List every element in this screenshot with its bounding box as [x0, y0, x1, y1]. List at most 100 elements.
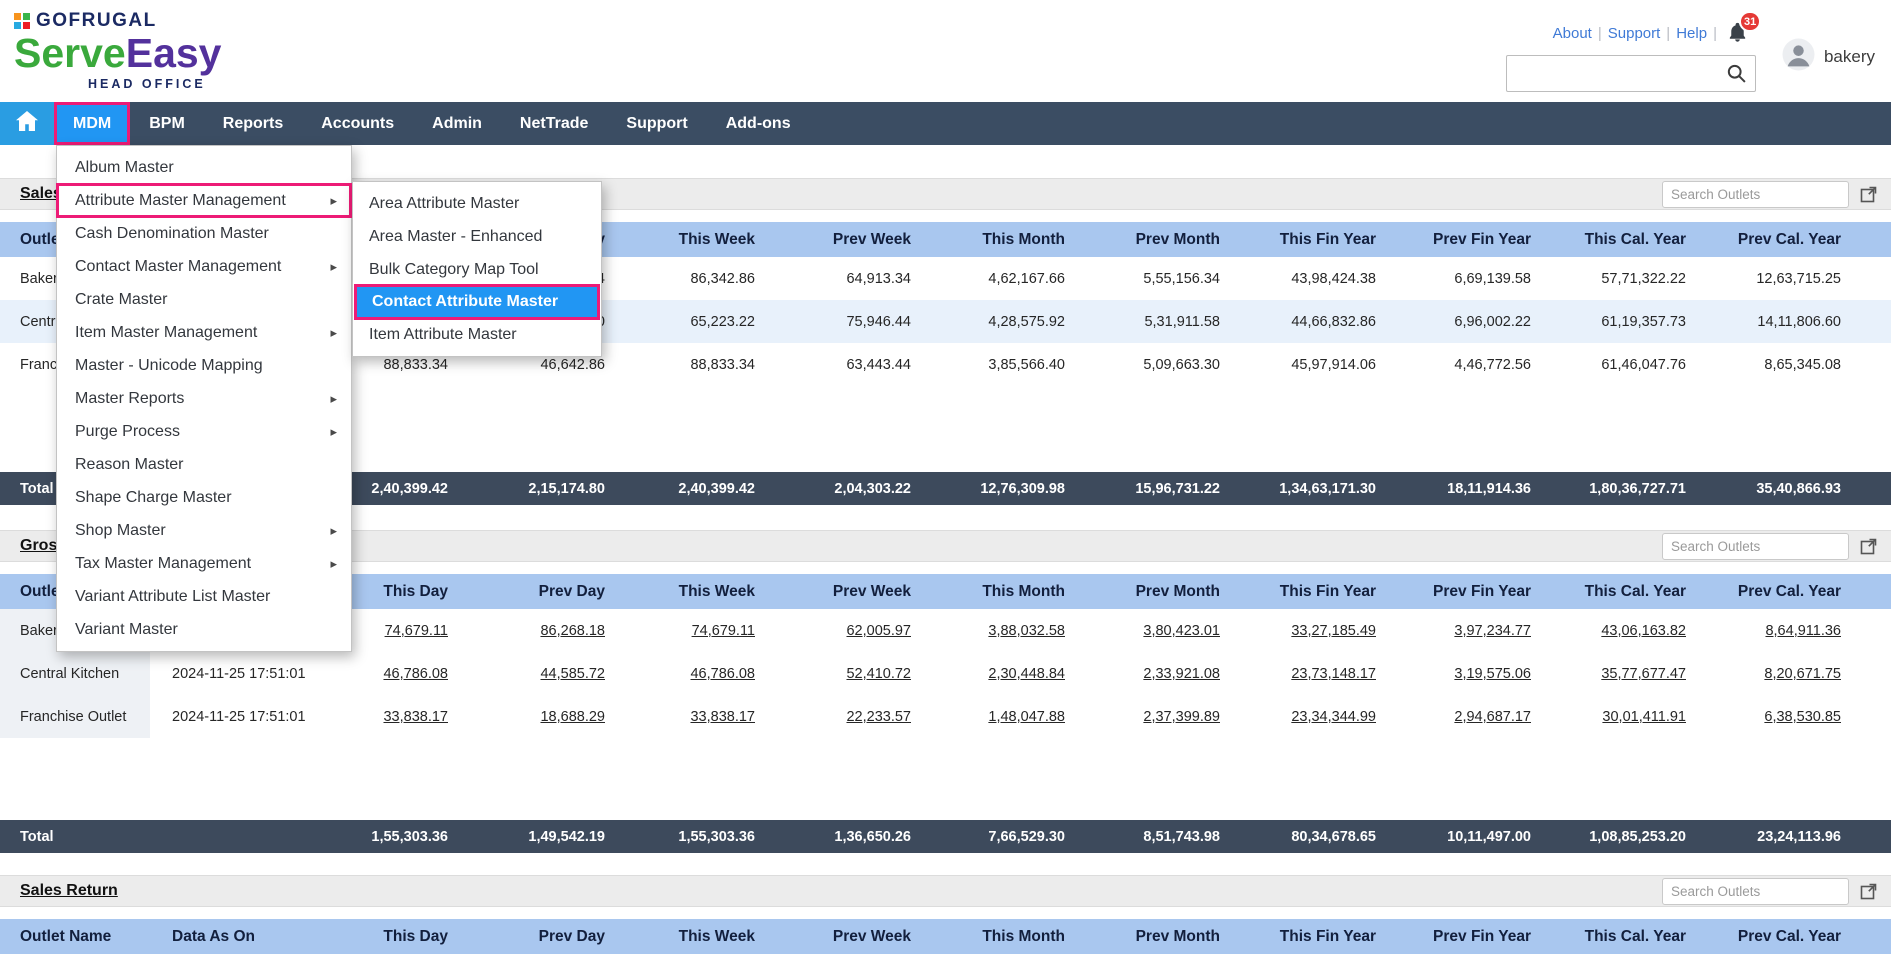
cell-value[interactable]: 62,005.97	[765, 609, 921, 652]
menu-item-shape-charge-master[interactable]: Shape Charge Master	[57, 481, 351, 514]
cell-value[interactable]: 33,838.17	[615, 695, 765, 738]
total-value: 7,66,529.30	[921, 820, 1075, 853]
total-value: 1,34,63,171.30	[1230, 472, 1386, 505]
column-header-data-as-on: Data As On	[150, 919, 332, 954]
cell-value: 5,09,663.30	[1075, 343, 1230, 386]
top-link-help[interactable]: Help	[1676, 25, 1707, 42]
cell-value[interactable]: 44,585.72	[458, 652, 615, 695]
search-icon[interactable]	[1726, 63, 1747, 89]
column-header-prev-cal-year: Prev Cal. Year	[1696, 222, 1851, 257]
cell-value[interactable]: 33,838.17	[332, 695, 458, 738]
menu-item-item-master-management[interactable]: Item Master Management▸	[57, 316, 351, 349]
menu-item-contact-master-management[interactable]: Contact Master Management▸	[57, 250, 351, 283]
top-link-support[interactable]: Support	[1608, 25, 1661, 42]
open-in-new-icon[interactable]	[1860, 883, 1877, 900]
cell-value[interactable]: 52,410.72	[765, 652, 921, 695]
cell-value[interactable]: 3,19,575.06	[1386, 652, 1541, 695]
search-outlets-input[interactable]	[1662, 181, 1849, 208]
nav-item-bpm[interactable]: BPM	[130, 102, 204, 145]
nav-item-support[interactable]: Support	[607, 102, 706, 145]
home-button[interactable]	[0, 102, 54, 145]
cell-value[interactable]: 2,94,687.17	[1386, 695, 1541, 738]
menu-item-master-reports[interactable]: Master Reports▸	[57, 382, 351, 415]
cell-value[interactable]: 23,34,344.99	[1230, 695, 1386, 738]
top-link-about[interactable]: About	[1553, 25, 1592, 42]
menu-item-shop-master[interactable]: Shop Master▸	[57, 514, 351, 547]
nav-item-mdm[interactable]: MDM	[54, 102, 130, 145]
chevron-right-icon: ▸	[330, 424, 337, 440]
submenu-item-label: Area Attribute Master	[369, 195, 587, 213]
cell-value[interactable]: 2,37,399.89	[1075, 695, 1230, 738]
cell-value: 4,62,167.66	[921, 257, 1075, 300]
global-search-input[interactable]	[1506, 55, 1756, 92]
cell-value: 44,66,832.86	[1230, 300, 1386, 343]
submenu-item-bulk-category-map-tool[interactable]: Bulk Category Map Tool	[353, 253, 601, 286]
nav-item-add-ons[interactable]: Add-ons	[707, 102, 810, 145]
column-header-prev-fin-year: Prev Fin Year	[1386, 919, 1541, 954]
cell-value[interactable]: 46,786.08	[332, 652, 458, 695]
column-header-prev-day: Prev Day	[458, 919, 615, 954]
cell-value[interactable]: 74,679.11	[615, 609, 765, 652]
search-outlets-input[interactable]	[1662, 533, 1849, 560]
menu-item-purge-process[interactable]: Purge Process▸	[57, 415, 351, 448]
cell-value[interactable]: 2,33,921.08	[1075, 652, 1230, 695]
cell-value[interactable]: 22,233.57	[765, 695, 921, 738]
cell-value[interactable]: 30,01,411.91	[1541, 695, 1696, 738]
cell-value: 61,19,357.73	[1541, 300, 1696, 343]
menu-item-album-master[interactable]: Album Master	[57, 151, 351, 184]
menu-item-label: Contact Master Management	[75, 258, 330, 276]
cell-value[interactable]: 6,38,530.85	[1696, 695, 1851, 738]
cell-value[interactable]: 1,48,047.88	[921, 695, 1075, 738]
submenu-item-contact-attribute-master[interactable]: Contact Attribute Master	[356, 286, 598, 318]
submenu-item-label: Contact Attribute Master	[372, 293, 584, 311]
menu-item-variant-attribute-list-master[interactable]: Variant Attribute List Master	[57, 580, 351, 613]
nav-item-admin[interactable]: Admin	[413, 102, 501, 145]
total-value: 23,24,113.96	[1696, 820, 1851, 853]
menu-item-label: Album Master	[75, 159, 337, 177]
total-row: Total1,55,303.361,49,542.191,55,303.361,…	[0, 820, 1891, 853]
cell-value[interactable]: 46,786.08	[615, 652, 765, 695]
cell-value[interactable]: 3,80,423.01	[1075, 609, 1230, 652]
main-navbar: MDMBPMReportsAccountsAdminNetTradeSuppor…	[0, 102, 1891, 145]
menu-item-attribute-master-management[interactable]: Attribute Master Management▸	[57, 184, 351, 217]
home-icon	[15, 110, 39, 137]
open-in-new-icon[interactable]	[1860, 186, 1877, 203]
submenu-item-item-attribute-master[interactable]: Item Attribute Master	[353, 318, 601, 351]
cell-outlet-name: Franchise Outlet	[0, 695, 150, 738]
nav-item-reports[interactable]: Reports	[204, 102, 302, 145]
bell-icon[interactable]: 31	[1726, 20, 1756, 46]
cell-value[interactable]: 8,64,911.36	[1696, 609, 1851, 652]
cell-value[interactable]: 18,688.29	[458, 695, 615, 738]
open-in-new-icon[interactable]	[1860, 538, 1877, 555]
cell-value[interactable]: 43,06,163.82	[1541, 609, 1696, 652]
cell-value[interactable]: 35,77,677.47	[1541, 652, 1696, 695]
cell-value[interactable]: 2,30,448.84	[921, 652, 1075, 695]
column-header-this-cal-year: This Cal. Year	[1541, 574, 1696, 609]
cell-value[interactable]: 3,88,032.58	[921, 609, 1075, 652]
cell-value[interactable]: 8,20,671.75	[1696, 652, 1851, 695]
cell-value: 12,63,715.25	[1696, 257, 1851, 300]
menu-item-cash-denomination-master[interactable]: Cash Denomination Master	[57, 217, 351, 250]
menu-item-tax-master-management[interactable]: Tax Master Management▸	[57, 547, 351, 580]
cell-value[interactable]: 33,27,185.49	[1230, 609, 1386, 652]
chevron-right-icon: ▸	[330, 391, 337, 407]
menu-item-reason-master[interactable]: Reason Master	[57, 448, 351, 481]
user-menu[interactable]: bakery	[1782, 8, 1875, 76]
column-header-prev-week: Prev Week	[765, 574, 921, 609]
menu-item-variant-master[interactable]: Variant Master	[57, 613, 351, 646]
menu-item-label: Reason Master	[75, 456, 337, 474]
submenu-item-area-master-enhanced[interactable]: Area Master - Enhanced	[353, 220, 601, 253]
cell-value[interactable]: 86,268.18	[458, 609, 615, 652]
cell-value[interactable]: 23,73,148.17	[1230, 652, 1386, 695]
total-label: Total	[0, 820, 332, 853]
submenu-item-area-attribute-master[interactable]: Area Attribute Master	[353, 187, 601, 220]
menu-item-crate-master[interactable]: Crate Master	[57, 283, 351, 316]
search-outlets-input[interactable]	[1662, 878, 1849, 905]
cell-value[interactable]: 3,97,234.77	[1386, 609, 1541, 652]
cell-value: 5,31,911.58	[1075, 300, 1230, 343]
menu-item-master-unicode-mapping[interactable]: Master - Unicode Mapping	[57, 349, 351, 382]
nav-item-accounts[interactable]: Accounts	[302, 102, 413, 145]
nav-item-nettrade[interactable]: NetTrade	[501, 102, 607, 145]
cell-value: 43,98,424.38	[1230, 257, 1386, 300]
link-separator: |	[1666, 25, 1670, 42]
